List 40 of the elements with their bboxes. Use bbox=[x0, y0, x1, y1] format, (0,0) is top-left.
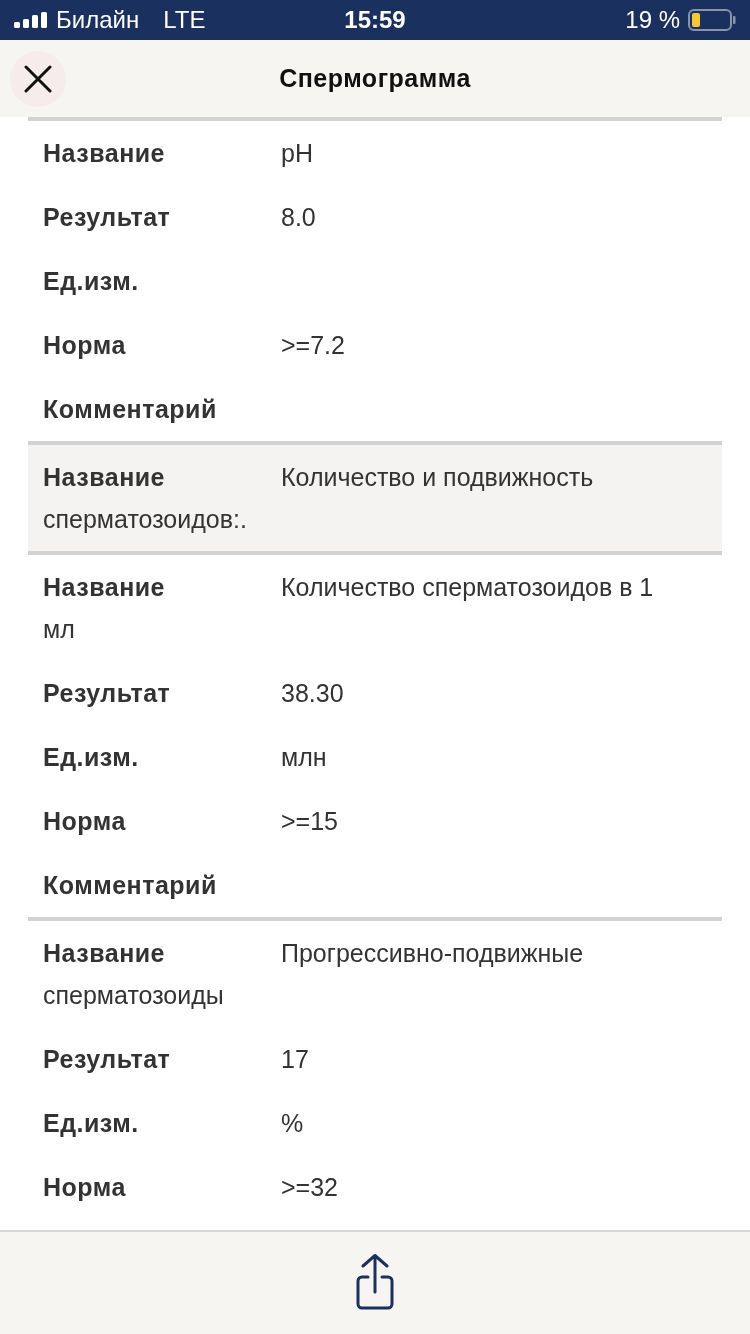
field-label: Ед.изм. bbox=[43, 1108, 140, 1139]
signal-icon bbox=[14, 12, 48, 28]
field-label: Название bbox=[43, 572, 166, 603]
field-label: Норма bbox=[43, 806, 127, 837]
field-value: >=7.2 bbox=[281, 331, 345, 359]
screen-title: Спермограмма bbox=[279, 62, 471, 94]
close-icon bbox=[24, 64, 52, 93]
field-label: Название bbox=[43, 462, 166, 493]
field-value: >=15 bbox=[281, 807, 338, 835]
field-value: pH bbox=[281, 139, 313, 167]
field-value: сперматозоиды bbox=[43, 980, 224, 1011]
field-value: 17 bbox=[281, 1045, 309, 1073]
field-value: Количество и подвижность bbox=[281, 463, 594, 491]
field-value: >=32 bbox=[281, 1173, 338, 1201]
field-value: сперматозоидов:. bbox=[43, 504, 247, 535]
battery-percent: 19 % bbox=[625, 5, 680, 35]
field-label: Результат bbox=[43, 678, 172, 709]
field-label: Ед.изм. bbox=[43, 742, 140, 773]
field-label: Название bbox=[43, 938, 166, 969]
field-value: млн bbox=[281, 743, 327, 771]
field-value: Прогрессивно-подвижные bbox=[281, 939, 584, 967]
field-label: Результат bbox=[43, 1044, 172, 1075]
field-label: Название bbox=[43, 138, 166, 169]
field-value: мл bbox=[43, 614, 75, 645]
share-icon bbox=[355, 1254, 395, 1312]
field-label: Норма bbox=[43, 1172, 127, 1203]
share-button[interactable] bbox=[355, 1254, 395, 1312]
field-label: Комментарий bbox=[43, 394, 218, 425]
network-type: LTE bbox=[163, 5, 206, 35]
carrier-name: Билайн bbox=[56, 5, 140, 35]
field-label: Результат bbox=[43, 202, 172, 233]
field-value: Количество сперматозоидов в 1 bbox=[281, 573, 654, 601]
battery-icon bbox=[688, 9, 736, 31]
field-label: Комментарий bbox=[43, 870, 218, 901]
field-value: 38.30 bbox=[281, 679, 344, 707]
field-value: % bbox=[281, 1109, 304, 1137]
field-value: 8.0 bbox=[281, 203, 316, 231]
field-label: Норма bbox=[43, 330, 127, 361]
clock-time: 15:59 bbox=[344, 5, 406, 35]
field-label: Ед.изм. bbox=[43, 266, 140, 297]
